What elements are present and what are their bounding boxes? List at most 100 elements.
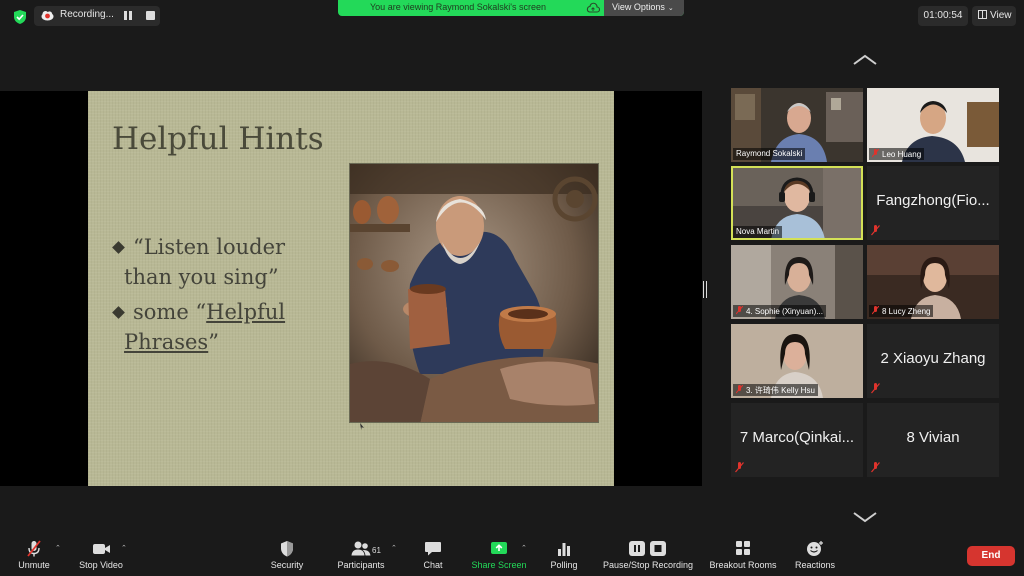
- audio-options-caret-icon[interactable]: ⌃: [55, 544, 61, 552]
- bullet-diamond-icon: [112, 240, 125, 254]
- pause-stop-icon: [629, 541, 666, 556]
- breakout-rooms-icon: [736, 541, 750, 555]
- shield-security-icon[interactable]: [12, 9, 28, 25]
- participant-name: Nova Martin: [733, 226, 783, 238]
- shield-icon: [281, 541, 293, 557]
- viewing-screen-banner: You are viewing Raymond Sokalski's scree…: [338, 0, 684, 16]
- participant-tile[interactable]: 3. 许琦伟 Kelly Hsu: [731, 324, 863, 398]
- polling-button[interactable]: Polling: [547, 540, 581, 570]
- top-bar: Recording... You are viewing Raymond Sok…: [0, 0, 1024, 34]
- pause-stop-recording-button[interactable]: Pause/Stop Recording: [599, 540, 697, 570]
- bullet-2-suffix: ”: [208, 330, 219, 354]
- participants-label: Participants: [337, 560, 385, 570]
- cloud-icon: [586, 2, 600, 13]
- pause-recording-icon[interactable]: [124, 11, 134, 21]
- share-screen-icon: [491, 542, 507, 554]
- mic-off-icon: [736, 306, 743, 315]
- mouse-cursor: [360, 423, 364, 430]
- helpful-link[interactable]: Helpful: [206, 300, 285, 324]
- participants-count: 61: [372, 546, 381, 555]
- bullet-1-line-1: “Listen louder: [133, 235, 286, 259]
- participant-name: Leo Huang: [869, 148, 925, 160]
- potter-wheel-image: [350, 164, 598, 422]
- share-screen-label: Share Screen: [471, 560, 527, 570]
- participants-options-caret-icon[interactable]: ⌃: [391, 544, 397, 552]
- participant-name: 3. 许琦伟 Kelly Hsu: [733, 384, 818, 396]
- participant-tile[interactable]: Raymond Sokalski: [731, 88, 863, 162]
- share-options-caret-icon[interactable]: ⌃: [521, 544, 527, 552]
- video-options-caret-icon[interactable]: ⌃: [121, 544, 127, 552]
- chevron-down-icon[interactable]: [851, 510, 879, 524]
- breakout-rooms-button[interactable]: Breakout Rooms: [706, 540, 780, 570]
- participant-name: Raymond Sokalski: [733, 148, 806, 160]
- pause-stop-recording-label: Pause/Stop Recording: [602, 560, 694, 570]
- slide-bullet-1: “Listen louder than you sing”: [110, 232, 285, 292]
- chat-bubble-icon: [425, 542, 441, 556]
- polling-label: Polling: [550, 560, 578, 570]
- view-button[interactable]: View: [972, 6, 1016, 26]
- participant-tile[interactable]: 4. Sophie (Xinyuan)...: [731, 245, 863, 319]
- unmute-button[interactable]: Unmute: [14, 540, 54, 570]
- mic-off-icon: [871, 225, 880, 236]
- mic-off-icon: [871, 462, 880, 473]
- view-options-label: View Options: [612, 2, 665, 12]
- participant-tile[interactable]: Leo Huang: [867, 88, 999, 162]
- participant-name: 8 Lucy Zheng: [869, 305, 934, 317]
- slide-bullet-2: some “Helpful Phrases”: [110, 297, 285, 357]
- slide-title: Helpful Hints: [112, 121, 324, 157]
- gallery-view-icon: [978, 10, 987, 19]
- video-camera-icon: [93, 544, 110, 554]
- unmute-label: Unmute: [18, 560, 50, 570]
- participant-name: 2 Xiaoyu Zhang: [880, 350, 986, 367]
- participant-name: Fangzhong(Fio...: [876, 192, 990, 209]
- mic-off-icon: [735, 462, 744, 473]
- participant-name: 8 Vivian: [906, 429, 960, 446]
- chevron-down-icon: ⌄: [667, 5, 674, 12]
- phrases-link[interactable]: Phrases: [124, 330, 208, 354]
- meeting-toolbar: Unmute ⌃ Stop Video ⌃ Security Participa…: [0, 536, 1024, 576]
- participant-tile-active-speaker[interactable]: Nova Martin: [731, 166, 863, 240]
- mic-off-icon: [872, 149, 879, 158]
- smiley-icon: [807, 541, 823, 556]
- breakout-rooms-label: Breakout Rooms: [709, 560, 777, 570]
- recording-label: Recording...: [60, 9, 114, 20]
- reactions-label: Reactions: [794, 560, 836, 570]
- reactions-button[interactable]: Reactions: [792, 540, 838, 570]
- view-options-dropdown[interactable]: View Options ⌄: [604, 0, 684, 16]
- cloud-recording-icon: [41, 11, 54, 21]
- shared-screen: Helpful Hints “Listen louder than you si…: [0, 91, 702, 486]
- bullet-2-prefix: some “: [133, 300, 207, 324]
- participant-tile[interactable]: Fangzhong(Fio...: [867, 166, 999, 240]
- mic-off-icon: [736, 385, 743, 394]
- bar-chart-icon: [558, 543, 570, 556]
- participants-button[interactable]: Participants: [334, 540, 388, 570]
- presentation-slide: Helpful Hints “Listen louder than you si…: [88, 91, 614, 486]
- viewing-screen-text: You are viewing Raymond Sokalski's scree…: [370, 2, 546, 12]
- participant-tile[interactable]: 2 Xiaoyu Zhang: [867, 324, 999, 398]
- stop-recording-icon[interactable]: [146, 11, 155, 20]
- stop-video-button[interactable]: Stop Video: [76, 540, 126, 570]
- participant-tile[interactable]: 7 Marco(Qinkai...: [731, 403, 863, 477]
- meeting-timer: 01:00:54: [918, 6, 968, 26]
- chevron-up-icon[interactable]: [851, 53, 879, 67]
- participants-icon: [351, 541, 371, 556]
- mic-muted-icon: [27, 540, 41, 557]
- chat-button[interactable]: Chat: [418, 540, 448, 570]
- end-meeting-button[interactable]: End: [967, 546, 1015, 566]
- chat-label: Chat: [423, 560, 443, 570]
- split-resize-handle[interactable]: [703, 281, 707, 298]
- participant-name: 7 Marco(Qinkai...: [739, 429, 855, 446]
- participant-tile[interactable]: 8 Vivian: [867, 403, 999, 477]
- view-button-label: View: [990, 10, 1012, 21]
- participant-tile[interactable]: 8 Lucy Zheng: [867, 245, 999, 319]
- recording-indicator: Recording...: [34, 6, 160, 26]
- participant-name: 4. Sophie (Xinyuan)...: [733, 305, 826, 317]
- security-label: Security: [270, 560, 304, 570]
- bullet-1-line-2: than you sing”: [124, 265, 279, 289]
- bullet-diamond-icon: [112, 305, 125, 319]
- stop-video-label: Stop Video: [79, 560, 123, 570]
- mic-off-icon: [871, 383, 880, 394]
- mic-off-icon: [872, 306, 879, 315]
- security-button[interactable]: Security: [266, 540, 308, 570]
- pottery-photo: [349, 163, 599, 423]
